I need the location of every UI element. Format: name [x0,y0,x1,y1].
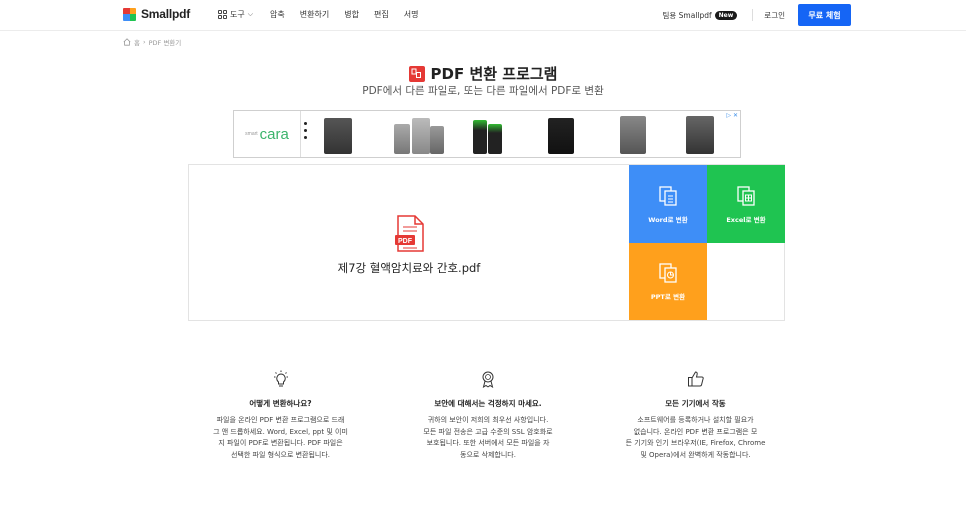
converter-panel: PDF 제7강 혈액암치료와 간호.pdf Word로 변환 Excel로 변환… [188,164,785,321]
feature-description: 파일을 온라인 PDF 변환 프로그램으로 드래 그 앤 드롭하세요. Word… [203,415,358,461]
feature-line: 지 파일이 PDF로 변환됩니다. PDF 파일은 [218,439,343,447]
tools-label: 도구 [230,10,245,19]
word-doc-icon [659,185,677,206]
feature-line: 없습니다. 온라인 PDF 변환 프로그램은 모 [633,427,758,436]
person-icon [282,499,294,507]
award-ribbon-icon [482,371,494,389]
breadcrumb-current: PDF 변환기 [148,39,182,47]
uploaded-file[interactable]: PDF 제7강 혈액암치료와 간호.pdf [189,165,629,320]
team-label: 팀용 Smallpdf [662,10,712,20]
ad-product-image [686,116,714,154]
feature-line: 그 앤 드롭하세요. Word, Excel, ppt 및 이미 [213,427,348,436]
ad-brand-name: cara [259,125,289,143]
file-name: 제7강 혈액암치료와 간호.pdf [337,261,481,275]
top-header: Smallpdf 도구 ⌵ 압축 변환하기 병합 편집 서명 팀용 Smallp… [0,0,966,31]
next-features-row [0,499,966,507]
features-section: 어떻게 변환하나요? 파일을 온라인 PDF 변환 프로그램으로 드래 그 앤 … [203,370,773,461]
feature-title: 어떻게 변환하나요? [249,399,312,408]
ad-product-image [488,124,502,154]
ad-brand-small: smart [245,131,258,137]
convert-to-word-button[interactable]: Word로 변환 [629,165,707,243]
ad-brand-logo[interactable]: smart cara [234,111,301,157]
breadcrumb-home[interactable]: 홈 [134,37,140,47]
ad-product-image [324,118,352,154]
rocket-icon [479,499,491,507]
ad-product-image [394,124,410,154]
ad-controls[interactable]: ▷ ✕ [726,112,738,119]
title-row: PDF 변환 프로그램 [0,63,966,84]
login-link[interactable]: 로그인 [764,10,785,21]
team-link[interactable]: 팀용 Smallpdf New [662,10,738,21]
ad-product-image [473,120,487,154]
pdf-convert-icon [408,65,425,82]
new-badge: New [714,10,738,20]
feature-security: 보안에 대해서는 걱정하지 마세요. 귀하의 보안이 저희의 최우선 사항입니다… [411,370,566,461]
nav-sign[interactable]: 서명 [404,9,419,20]
feature-line: 든 기기와 인기 브라우저(IE, Firefox, Chrome [625,439,766,447]
feature-line: 소프트웨어를 등록하거나 설치할 필요가 [637,416,754,424]
feature-line: 파일을 온라인 PDF 변환 프로그램으로 드래 [216,416,345,424]
feature-line: 보호됩니다. 또한 서버에서 모든 파일을 자 [426,439,550,447]
breadcrumb: 홈 › PDF 변환기 [123,37,181,47]
nav-merge[interactable]: 병합 [344,9,359,20]
feature-line: 선택한 파일 형식으로 변환됩니다. [230,450,331,459]
adchoices-icon[interactable]: ▷ [726,112,731,119]
ad-product-image [412,118,430,154]
chevron-down-icon: ⌵ [247,10,254,18]
page-title: PDF 변환 프로그램 [430,65,558,83]
ad-product-image [620,116,646,154]
brand-logo[interactable]: Smallpdf [123,7,190,21]
pdf-file-icon-label: PDF [398,238,413,245]
word-label: Word로 변환 [648,215,688,224]
ad-carousel-dots[interactable] [304,122,307,139]
convert-to-ppt-button[interactable]: PPT로 변환 [629,243,707,320]
ad-banner[interactable]: smart cara ▷ ✕ [233,110,741,158]
feature-how-to: 어떻게 변환하나요? 파일을 온라인 PDF 변환 프로그램으로 드래 그 앤 … [203,370,358,461]
home-icon [123,38,131,46]
ad-product-images[interactable] [322,114,722,154]
thumbs-up-icon [687,371,704,387]
nav-edit[interactable]: 편집 [374,9,389,20]
feature-description: 귀하의 보안이 저희의 최우선 사항입니다. 모든 파일 전송은 고급 수준의 … [411,415,566,461]
free-trial-button[interactable]: 무료 체험 [798,4,851,26]
main-nav: 도구 ⌵ 압축 변환하기 병합 편집 서명 [218,9,433,20]
ppt-label: PPT로 변환 [650,293,686,301]
feature-line: 귀하의 보안이 저희의 최우선 사항입니다. [427,416,549,424]
grid-icon [218,10,227,19]
excel-sheet-icon [737,185,755,206]
lightbulb-icon [273,370,288,387]
page-subtitle: PDF에서 다른 파일로, 또는 다른 파일에서 PDF로 변환 [362,85,604,97]
feature-title: 모든 기기에서 작동 [665,399,726,408]
feature-line: 동으로 삭제합니다. [460,450,516,459]
smallpdf-logo-icon [123,7,136,21]
brand-name: Smallpdf [141,7,191,21]
pdf-file-icon: PDF [395,215,424,252]
feature-title: 보안에 대해서는 걱정하지 마세요. [434,399,542,408]
nav-convert[interactable]: 변환하기 [300,9,329,20]
ppt-slide-icon [659,263,677,283]
excel-label: Excel로 변환 [726,215,766,224]
tools-menu[interactable]: 도구 ⌵ [218,9,253,20]
feature-line: 모든 파일 전송은 고급 수준의 SSL 암호화로 [423,427,553,436]
feature-all-devices: 모든 기기에서 작동 소프트웨어를 등록하거나 설치할 필요가 없습니다. 온라… [618,370,773,461]
convert-to-excel-button[interactable]: Excel로 변환 [707,165,785,243]
ad-product-image [548,118,574,154]
close-icon[interactable]: ✕ [733,112,738,119]
breadcrumb-separator: › [142,38,146,46]
ad-product-image [430,126,444,154]
account-nav: 팀용 Smallpdf New 로그인 무료 체험 [662,4,851,26]
nav-compress[interactable]: 압축 [270,9,285,20]
feature-description: 소프트웨어를 등록하거나 설치할 필요가 없습니다. 온라인 PDF 변환 프로… [618,415,773,461]
feature-line: 및 Opera)에서 완벽하게 작동합니다. [640,450,751,459]
divider [752,9,754,21]
cloud-icon [678,499,690,507]
